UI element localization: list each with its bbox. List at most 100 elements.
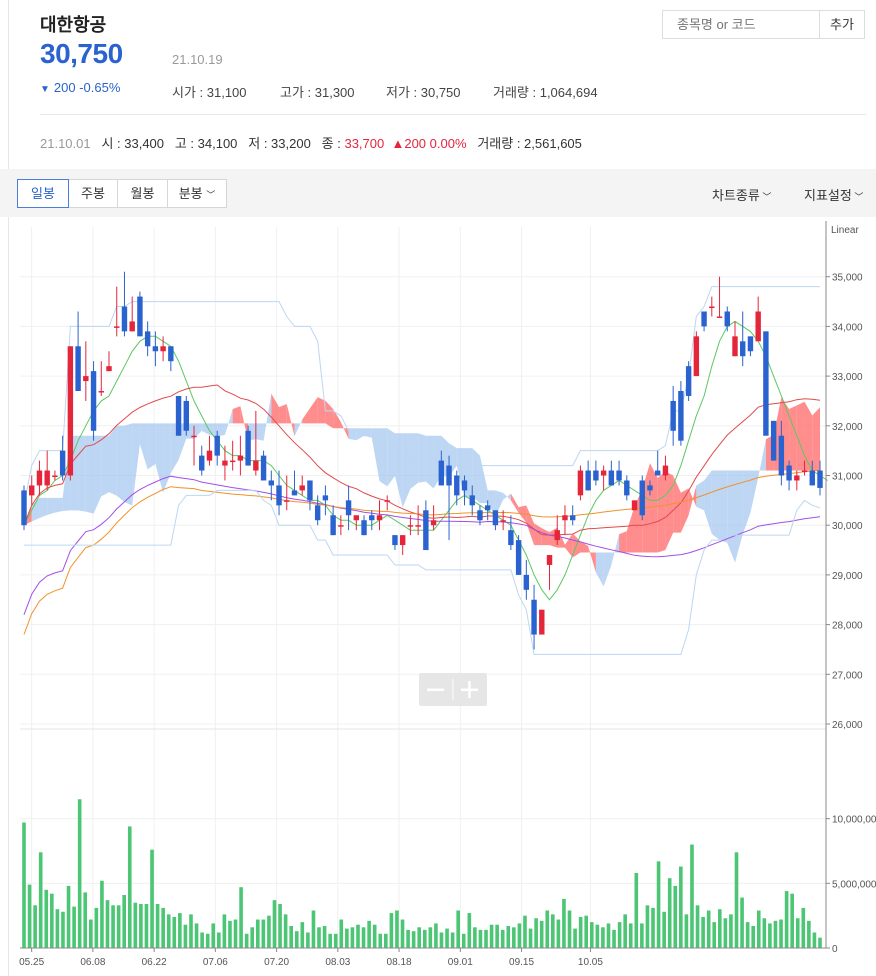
volume-bar <box>244 933 249 948</box>
volume-bar <box>734 852 739 948</box>
volume-bar <box>417 927 422 948</box>
ichimoku-cloud-segment <box>680 488 689 533</box>
zoom-control[interactable] <box>419 673 487 706</box>
candle <box>415 525 421 527</box>
y-tick-label: 32,000 <box>832 422 863 433</box>
candle <box>778 435 785 476</box>
volume-bar <box>434 923 438 948</box>
candle <box>724 311 730 327</box>
volume-bar <box>38 852 43 948</box>
volume-bar <box>222 914 227 948</box>
ichimoku-cloud-segment <box>309 397 318 424</box>
volume-bar <box>278 904 282 948</box>
chevron-down-icon: ﹀ <box>851 192 864 202</box>
y-tick-label: 34,000 <box>832 322 863 333</box>
volume-bar <box>83 892 88 948</box>
ichimoku-cloud-segment <box>750 470 759 513</box>
candle <box>631 500 638 511</box>
ichimoku-cloud-segment <box>279 403 287 424</box>
ichimoku-cloud-segment <box>224 409 233 436</box>
tab-weekly[interactable]: 주봉 <box>68 179 118 208</box>
volume-bar <box>628 923 633 948</box>
x-tick-label: 07.20 <box>264 957 289 968</box>
candle <box>693 336 700 377</box>
candle <box>314 505 321 521</box>
volume-bar <box>534 918 538 948</box>
ichimoku-cloud-segment <box>812 407 820 471</box>
tab-minute[interactable]: 분봉 ﹀ <box>167 179 227 208</box>
candle <box>376 515 383 521</box>
volume-bar <box>161 907 165 948</box>
volume-y-tick-label: 10,000,00 <box>832 815 876 826</box>
volume-bar <box>389 913 394 948</box>
volume-bar <box>584 915 589 948</box>
chevron-down-icon: ﹀ <box>206 190 216 200</box>
volume-bar <box>445 928 449 948</box>
ichimoku-cloud-segment <box>124 423 133 506</box>
candle <box>29 485 35 496</box>
minus-icon[interactable] <box>427 688 444 692</box>
volume-bar <box>139 904 143 948</box>
candle <box>423 510 429 551</box>
ichimoku-cloud-segment <box>139 423 148 470</box>
candle <box>114 326 120 328</box>
tab-daily[interactable]: 일봉 <box>17 179 69 208</box>
candle <box>585 470 591 491</box>
indicator-menu[interactable]: 지표설정 ﹀ <box>804 185 863 204</box>
candle <box>160 346 166 352</box>
volume-bar <box>562 898 566 948</box>
volume-bar <box>545 910 550 948</box>
volume-bar <box>111 905 115 948</box>
volume-y-tick-label: 5,000,000 <box>832 879 876 890</box>
volume-bar <box>478 929 483 948</box>
candle <box>253 460 259 471</box>
candle <box>809 470 815 486</box>
daily-change: ▲200 0.00% <box>391 136 467 151</box>
candle <box>515 540 522 575</box>
volume-bar <box>66 885 71 948</box>
add-button[interactable]: 추가 <box>820 10 865 39</box>
volume-bar <box>500 929 505 948</box>
candle <box>817 470 823 488</box>
volume-bar <box>461 933 466 948</box>
volume-bar <box>679 866 683 948</box>
volume-bar <box>250 927 255 948</box>
candle <box>83 376 89 382</box>
volume-bar <box>333 933 338 948</box>
y-tick-label: 33,000 <box>832 372 863 383</box>
volume-bar <box>606 923 611 948</box>
indicator-label: 지표설정 <box>804 188 852 203</box>
chart-type-menu[interactable]: 차트종류 ﹀ <box>712 185 771 204</box>
volume-bar <box>183 924 188 948</box>
volume-bar <box>573 928 577 948</box>
volume-bar <box>812 932 817 948</box>
search-input[interactable] <box>662 10 820 39</box>
volume-bar <box>517 923 522 948</box>
ichimoku-cloud-segment <box>31 497 40 522</box>
x-tick-label: 07.06 <box>203 957 228 968</box>
candle <box>670 400 676 431</box>
volume-bar <box>589 922 594 948</box>
candle <box>152 346 159 352</box>
volume-bar <box>484 929 488 948</box>
ichimoku-cloud-segment <box>302 408 310 424</box>
ichimoku-cloud-segment <box>155 423 164 493</box>
candle <box>732 336 738 357</box>
ichimoku-cloud-segment <box>472 448 480 504</box>
candle <box>539 609 545 635</box>
volume-bar <box>768 923 772 948</box>
candle <box>291 490 298 496</box>
ichimoku-cloud-segment <box>665 471 674 551</box>
ichimoku-cloud-segment <box>719 470 728 543</box>
volume-bar <box>640 923 644 948</box>
ichimoku-cloud-segment <box>54 497 63 513</box>
ichimoku-cloud-segment <box>85 435 94 514</box>
volume-bar <box>150 849 154 948</box>
tab-monthly[interactable]: 월봉 <box>117 179 168 208</box>
stock-chart[interactable]: Linear 26,000 27,000 28,000 29,000 30,000 31,0… <box>0 217 876 976</box>
volume-bar <box>528 928 533 948</box>
candle <box>392 535 398 546</box>
ichimoku-cloud-segment <box>418 433 426 483</box>
volume-bar <box>27 884 32 948</box>
volume-bar <box>790 893 794 948</box>
